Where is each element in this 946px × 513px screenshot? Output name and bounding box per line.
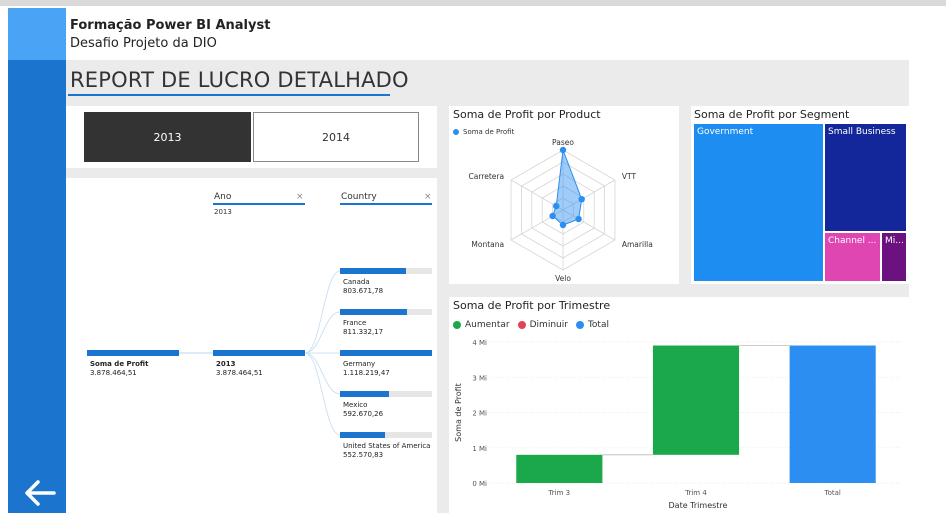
page-title-underline (68, 94, 390, 96)
waterfall-xtick-label: Trim 4 (684, 489, 707, 497)
tree-connector (304, 352, 341, 395)
report-page: Formação Power BI Analyst Desafio Projet… (0, 0, 946, 513)
treemap-title: Soma de Profit por Segment (694, 108, 850, 121)
back-arrow-icon[interactable] (20, 475, 60, 511)
treemap-tile-label: Government (697, 127, 754, 137)
tree-connector (304, 352, 341, 436)
country-node-label: United States of America (343, 442, 431, 450)
waterfall-ytick-label: 3 Mi (472, 374, 487, 382)
app-subtitle: Desafio Projeto da DIO (70, 36, 217, 51)
decomposition-tree-connectors (178, 270, 341, 436)
year-node-bar[interactable] (213, 350, 305, 356)
waterfall-ytick-label: 0 Mi (472, 480, 487, 488)
radar-category-label: Paseo (552, 138, 574, 147)
waterfall-bar[interactable] (789, 345, 876, 483)
waterfall-ytick-label: 4 Mi (472, 339, 487, 347)
radar-series-area[interactable] (552, 149, 583, 226)
legend-aumentar-dot (453, 321, 461, 329)
legend-total-label[interactable]: Total (588, 320, 609, 330)
year-slicer-option-2013[interactable]: 2013 (84, 112, 251, 162)
radar-category-label: VTT (622, 172, 637, 181)
country-node-value: 803.671,78 (343, 287, 384, 295)
year-slicer-option-2014[interactable]: 2014 (253, 112, 419, 162)
waterfall-x-axis-title: Date Trimestre (669, 501, 728, 510)
country-node-bar[interactable] (340, 432, 385, 438)
radar-point[interactable] (549, 212, 556, 220)
country-node-value: 592.670,26 (343, 410, 384, 418)
waterfall-legend: Aumentar Diminuir Total (453, 320, 609, 330)
top-border (0, 0, 946, 6)
radar-point[interactable] (553, 202, 560, 210)
radar-point[interactable] (559, 221, 567, 229)
root-node-label: Soma de Profit (90, 360, 149, 368)
country-node-value: 1.118.219,47 (343, 369, 390, 377)
left-sidebar (8, 8, 66, 513)
treemap-tile-label: Channel ... (828, 236, 877, 246)
country-node-bar[interactable] (340, 268, 406, 274)
root-node-bar[interactable] (87, 350, 179, 356)
radar-category-label: Velo (555, 274, 571, 283)
treemap-tile-label: Mi... (885, 236, 904, 246)
tree-connector (304, 311, 341, 354)
treemap-tile[interactable]: Small Business (825, 124, 906, 231)
legend-total-dot (575, 321, 584, 329)
waterfall-ytick-label: 2 Mi (472, 410, 487, 418)
legend-diminuir-dot (517, 321, 526, 329)
page-title: REPORT DE LUCRO DETALHADO (70, 68, 409, 92)
treemap-tile-label: Small Business (828, 127, 896, 137)
treemap-tile[interactable]: Mi... (882, 233, 906, 281)
country-node-value: 811.332,17 (343, 328, 384, 336)
waterfall-y-axis-title: Soma de Profit (454, 383, 463, 442)
country-node-value: 552.570,83 (343, 451, 384, 459)
radar-point[interactable] (559, 146, 567, 154)
waterfall-xtick-label: Total (823, 489, 840, 497)
legend-diminuir-label[interactable]: Diminuir (530, 320, 568, 330)
sidebar-header-block (8, 8, 66, 60)
year-node-value: 3.878.464,51 (216, 369, 263, 377)
waterfall-title: Soma de Profit por Trimestre (453, 299, 611, 312)
radar-category-label: Carretera (469, 172, 505, 181)
country-node-label: Canada (343, 278, 370, 286)
country-node-bar[interactable] (340, 309, 407, 315)
waterfall-chart-svg[interactable]: 0 Mi 1 Mi 2 Mi 3 Mi 4 Mi Soma de Profit Date T… (449, 330, 909, 513)
radar-point[interactable] (575, 215, 582, 223)
country-node-bar[interactable] (340, 391, 389, 397)
waterfall-xtick-label: Trim 3 (548, 489, 571, 497)
waterfall-bar[interactable] (652, 345, 740, 455)
root-node-value: 3.878.464,51 (90, 369, 137, 377)
treemap-tile[interactable]: Government (694, 124, 823, 281)
country-node-label: Germany (343, 360, 376, 368)
radar-point[interactable] (578, 196, 585, 203)
legend-aumentar-label[interactable]: Aumentar (465, 320, 510, 330)
waterfall-ytick-label: 1 Mi (472, 445, 487, 453)
country-node-label: France (343, 319, 367, 327)
app-title: Formação Power BI Analyst (70, 18, 271, 33)
radar-category-label: Montana (471, 240, 504, 249)
tree-connector (304, 270, 341, 354)
treemap-area[interactable]: Government Small Business Channel ... Mi... (694, 124, 906, 281)
country-node-bar[interactable] (340, 350, 432, 356)
radar-chart-svg[interactable]: Paseo VTT Amarilla Velo Montana Carretera (449, 106, 679, 284)
radar-category-label: Amarilla (622, 240, 653, 249)
waterfall-bar[interactable] (516, 454, 603, 483)
country-node-label: Mexico (343, 401, 368, 409)
year-node-label: 2013 (216, 360, 236, 368)
treemap-tile[interactable]: Channel ... (825, 233, 880, 281)
